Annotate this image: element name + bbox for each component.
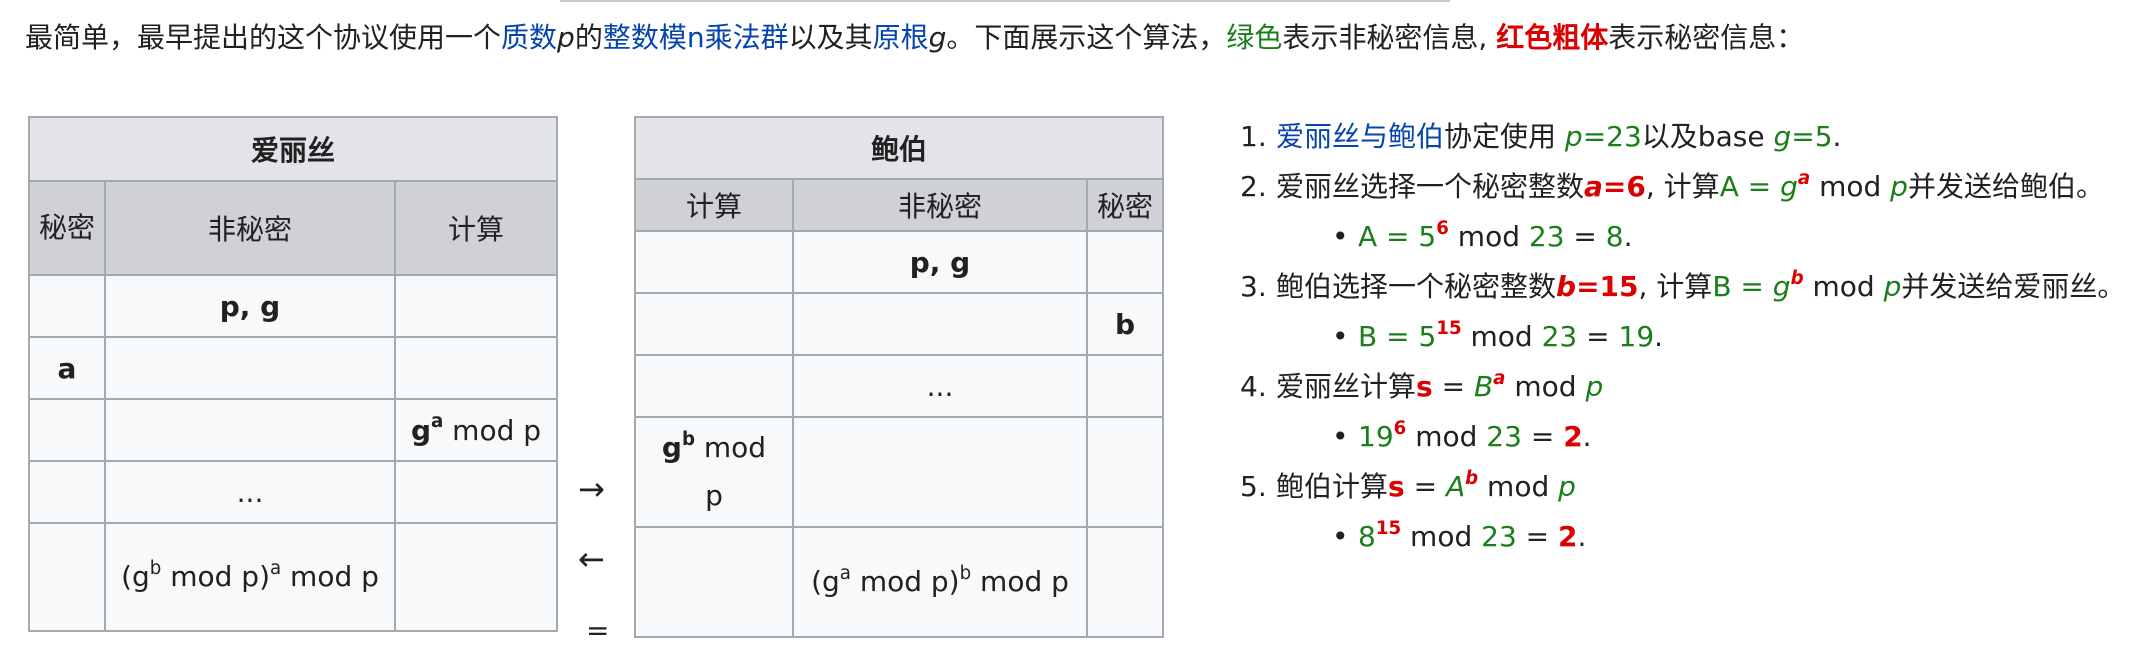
- alice-public-pg: p, g: [104, 274, 396, 338]
- alice-cell: [104, 398, 396, 462]
- intro-text-4: 。下面展示这个算法，: [946, 21, 1227, 54]
- step-5: 5. 鲍伯计算s = Ab mod p 815 mod 23 = 2.: [1240, 462, 2140, 562]
- step-3-bullet: B = 515 mod 23 = 19.: [1332, 312, 2140, 362]
- algorithm-steps: 1. 爱丽丝与鲍伯协定使用 p=23以及base g=5. 2. 爱丽丝选择一个…: [1240, 112, 2140, 562]
- step-4: 4. 爱丽丝计算s = Ba mod p 196 mod 23 = 2.: [1240, 362, 2140, 462]
- intro-paragraph: 最简单，最早提出的这个协议使用一个质数p的整数模n乘法群以及其原根g。下面展示这…: [25, 18, 1804, 58]
- bob-cell: [634, 292, 794, 356]
- step-1: 1. 爱丽丝与鲍伯协定使用 p=23以及base g=5.: [1240, 120, 1842, 153]
- prime-link[interactable]: 质数: [501, 21, 557, 54]
- alice-cell: [104, 336, 396, 400]
- alice-header-public: 非秘密: [104, 180, 396, 276]
- alice-shared-secret: (gb mod p)a mod p: [104, 522, 396, 632]
- alice-cell: [394, 522, 558, 632]
- bob-cell: [792, 416, 1088, 528]
- intro-var-p: p: [557, 21, 575, 54]
- bob-cell: [1086, 354, 1164, 418]
- bob-cell: [792, 292, 1088, 356]
- right-arrow: →: [578, 470, 605, 508]
- alice-header-secret: 秘密: [28, 180, 106, 276]
- alice-bob-link[interactable]: 爱丽丝与鲍伯: [1276, 120, 1444, 153]
- bob-compute-B: gb mod p: [634, 416, 794, 528]
- bob-public-pg: p, g: [792, 230, 1088, 294]
- red-legend-word: 红色粗体: [1496, 21, 1609, 54]
- intro-text-3: 以及其: [788, 21, 873, 54]
- top-divider: [560, 0, 1450, 2]
- alice-table: 爱丽丝 秘密 非秘密 计算 p, g a ga mod p ... (gb mo…: [28, 116, 558, 632]
- step-2: 2. 爱丽丝选择一个秘密整数a=6, 计算A = ga mod p并发送给鲍伯。…: [1240, 162, 2140, 262]
- step-5-bullet: 815 mod 23 = 2.: [1332, 512, 2140, 562]
- step-3: 3. 鲍伯选择一个秘密整数b=15, 计算B = gb mod p并发送给爱丽丝…: [1240, 262, 2140, 362]
- bob-cell: [634, 354, 794, 418]
- bob-cell: [634, 526, 794, 638]
- bob-cell: [1086, 230, 1164, 294]
- bob-cell: [634, 230, 794, 294]
- alice-secret-a: a: [28, 336, 106, 400]
- step-4-bullet: 196 mod 23 = 2.: [1332, 412, 2140, 462]
- intro-var-g: g: [928, 21, 947, 54]
- equals-sign: =: [586, 614, 610, 647]
- alice-header-compute: 计算: [394, 180, 558, 276]
- alice-cell: [28, 460, 106, 524]
- green-legend-word: 绿色: [1226, 21, 1283, 54]
- multiplicative-group-link[interactable]: 整数模n乘法群: [603, 21, 789, 54]
- bob-ellipsis: ...: [792, 354, 1088, 418]
- alice-cell: [28, 398, 106, 462]
- bob-shared-secret: (ga mod p)b mod p: [792, 526, 1088, 638]
- bob-cell: [1086, 526, 1164, 638]
- alice-ellipsis: ...: [104, 460, 396, 524]
- alice-compute-A: ga mod p: [394, 398, 558, 462]
- intro-text-1: 最简单，最早提出的这个协议使用一个: [25, 21, 502, 54]
- intro-text-5: 表示非秘密信息,: [1282, 21, 1497, 54]
- left-arrow: ←: [578, 540, 605, 578]
- bob-header-public: 非秘密: [792, 178, 1088, 232]
- bob-cell: [1086, 416, 1164, 528]
- intro-text-6: 表示秘密信息：: [1608, 21, 1805, 54]
- alice-cell: [394, 274, 558, 338]
- alice-cell: [28, 274, 106, 338]
- step-2-bullet: A = 56 mod 23 = 8.: [1332, 212, 2140, 262]
- bob-header-compute: 计算: [634, 178, 794, 232]
- primitive-root-link[interactable]: 原根: [873, 21, 929, 54]
- alice-table-title: 爱丽丝: [28, 116, 558, 182]
- alice-cell: [28, 522, 106, 632]
- alice-cell: [394, 336, 558, 400]
- bob-table: 鲍伯 计算 非秘密 秘密 p, g b ... gb mod p (ga mod…: [634, 116, 1164, 638]
- bob-table-title: 鲍伯: [634, 116, 1164, 180]
- intro-text-2: 的: [574, 21, 603, 54]
- bob-secret-b: b: [1086, 292, 1164, 356]
- alice-cell: [394, 460, 558, 524]
- bob-header-secret: 秘密: [1086, 178, 1164, 232]
